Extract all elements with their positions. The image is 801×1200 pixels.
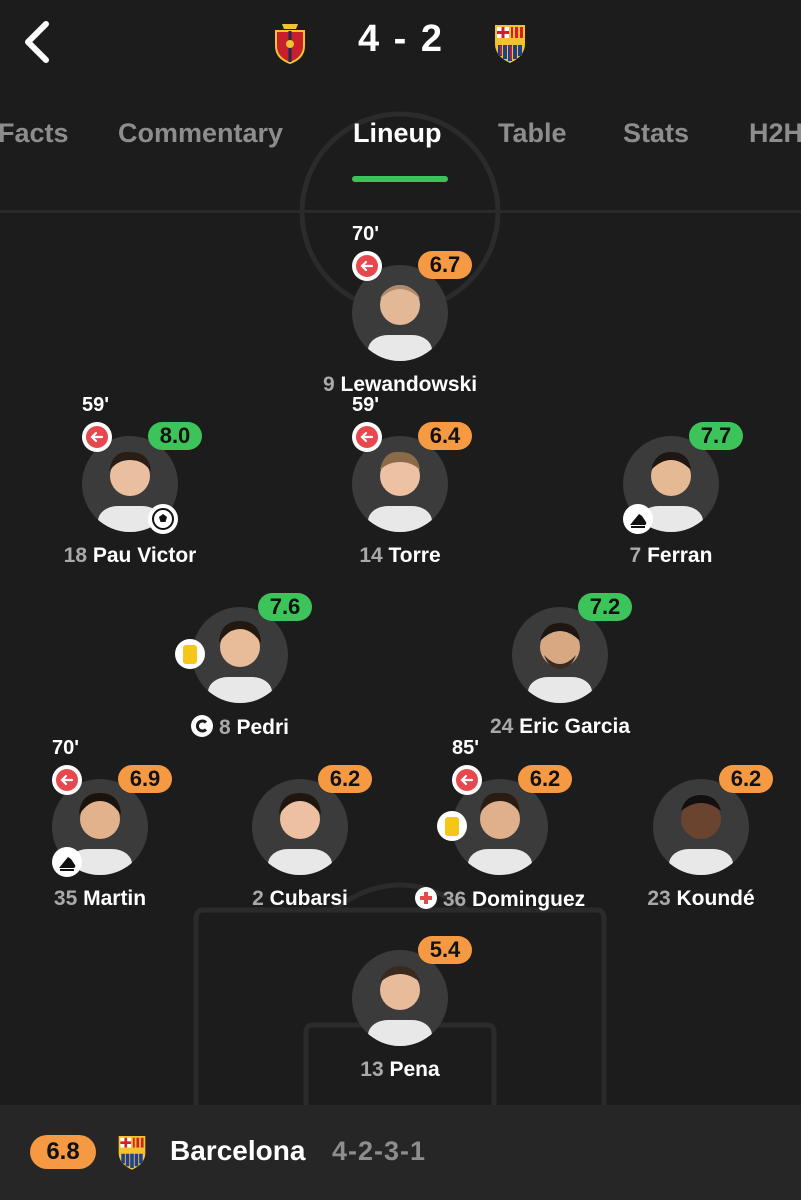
player-surname: Dominguez — [472, 888, 586, 911]
yellow-card-icon — [175, 639, 205, 669]
player-surname: Pedri — [236, 716, 290, 739]
player-rating: 6.2 — [719, 765, 773, 793]
player-number: 9 — [322, 373, 335, 396]
match-header: 4 - 2 — [0, 0, 801, 90]
player-number: 14 — [359, 544, 383, 567]
player-name: 9 Lewandowski — [280, 373, 520, 397]
player-name: 13 Pena — [280, 1058, 520, 1082]
sub-time: 70' — [352, 223, 380, 245]
player-number: 23 — [647, 887, 671, 910]
team-footer: 6.8 Barcelona 4-2-3-1 — [0, 1105, 801, 1200]
player-surname: Ferran — [647, 544, 713, 567]
player-rating: 6.9 — [118, 765, 172, 793]
barcelona-crest-icon — [116, 1133, 148, 1171]
player-surname: Eric Garcia — [519, 715, 631, 738]
player-name: 7 Ferran — [551, 544, 791, 568]
player-surname: Pena — [389, 1058, 440, 1081]
player-rating: 8.0 — [148, 422, 202, 450]
tab-bar: Facts Commentary Lineup Table Stats H2H — [0, 110, 801, 185]
team-name: Barcelona — [170, 1135, 306, 1166]
player-surname: Pau Victor — [92, 544, 197, 567]
active-tab-indicator — [352, 176, 448, 182]
player-number: 13 — [360, 1058, 384, 1081]
player-rating: 6.2 — [518, 765, 572, 793]
sub-time: 70' — [52, 737, 80, 759]
substitution-out-icon — [52, 765, 82, 795]
sub-time: 85' — [452, 737, 480, 759]
assist-boot-icon — [623, 504, 653, 534]
player-photo — [512, 607, 608, 703]
substitution-out-icon — [352, 422, 382, 452]
header-divider — [0, 210, 801, 213]
tab-stats[interactable]: Stats — [623, 118, 689, 149]
player-name: 8 Pedri — [120, 715, 360, 740]
player-rating: 5.4 — [418, 936, 472, 964]
player-photo — [252, 779, 348, 875]
player-rating: 7.6 — [258, 593, 312, 621]
injury-icon — [414, 887, 437, 909]
team-rating-badge: 6.8 — [30, 1135, 96, 1169]
yellow-card-icon — [437, 811, 467, 841]
player-rating: 6.4 — [418, 422, 472, 450]
player-name: 23 Koundé — [581, 887, 801, 911]
sub-time: 59' — [352, 394, 380, 416]
substitution-out-icon — [352, 251, 382, 281]
player-surname: Lewandowski — [340, 373, 478, 396]
player-surname: Koundé — [676, 887, 755, 910]
player-photo — [653, 779, 749, 875]
goal-ball-icon — [148, 504, 178, 534]
formation-label: 4-2-3-1 — [332, 1136, 427, 1166]
player-rating: 6.7 — [418, 251, 472, 279]
tab-facts[interactable]: Facts — [0, 118, 69, 149]
player-surname: Martin — [83, 887, 147, 910]
match-score: 4 - 2 — [357, 18, 445, 60]
tab-table[interactable]: Table — [498, 118, 567, 149]
osasuna-crest-icon — [272, 22, 308, 65]
tab-lineup[interactable]: Lineup — [353, 118, 442, 149]
player-number: 2 — [252, 887, 264, 910]
sub-time: 59' — [82, 394, 110, 416]
player-number: 24 — [489, 715, 514, 738]
barcelona-crest-icon — [492, 22, 528, 64]
player-rating: 7.7 — [689, 422, 743, 450]
assist-boot-icon — [52, 847, 82, 877]
player-number: 7 — [629, 544, 642, 567]
player-surname: Cubarsi — [269, 887, 348, 910]
player-name: 14 Torre — [280, 544, 520, 568]
substitution-out-icon — [452, 765, 482, 795]
substitution-out-icon — [82, 422, 112, 452]
player-name: 24 Eric Garcia — [440, 715, 680, 739]
back-button[interactable] — [18, 20, 58, 64]
tab-h2h[interactable]: H2H — [749, 118, 801, 149]
player-rating: 6.2 — [318, 765, 372, 793]
player-number: 36 — [442, 888, 467, 911]
player-photo — [352, 950, 448, 1046]
player-number: 8 — [218, 716, 231, 739]
chevron-left-icon — [25, 21, 49, 63]
player-rating: 7.2 — [578, 593, 632, 621]
player-photo — [192, 607, 288, 703]
player-number: 18 — [63, 544, 88, 567]
player-number: 35 — [53, 887, 78, 910]
tab-commentary[interactable]: Commentary — [118, 118, 283, 149]
captain-icon — [190, 715, 213, 737]
player-name: 18 Pau Victor — [10, 544, 250, 568]
player-surname: Torre — [388, 544, 441, 567]
